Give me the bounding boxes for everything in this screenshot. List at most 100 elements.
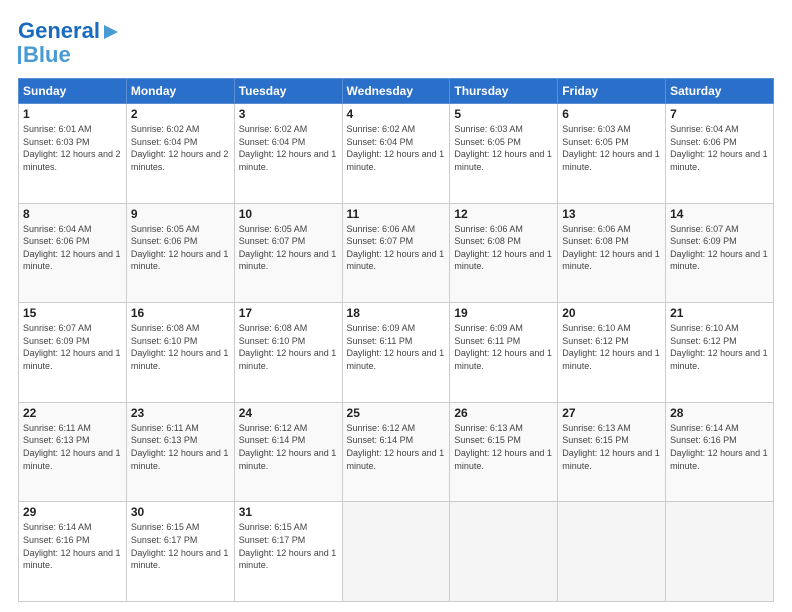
- day-info: Sunrise: 6:10 AM Sunset: 6:12 PM Dayligh…: [670, 322, 769, 372]
- calendar-cell: 15 Sunrise: 6:07 AM Sunset: 6:09 PM Dayl…: [19, 303, 127, 403]
- calendar-cell: 25 Sunrise: 6:12 AM Sunset: 6:14 PM Dayl…: [342, 402, 450, 502]
- day-number: 5: [454, 107, 553, 121]
- day-info: Sunrise: 6:05 AM Sunset: 6:07 PM Dayligh…: [239, 223, 338, 273]
- weekday-header-wednesday: Wednesday: [342, 79, 450, 104]
- calendar-cell: 10 Sunrise: 6:05 AM Sunset: 6:07 PM Dayl…: [234, 203, 342, 303]
- day-number: 23: [131, 406, 230, 420]
- day-number: 1: [23, 107, 122, 121]
- calendar-week-1: 1 Sunrise: 6:01 AM Sunset: 6:03 PM Dayli…: [19, 104, 774, 204]
- day-info: Sunrise: 6:11 AM Sunset: 6:13 PM Dayligh…: [131, 422, 230, 472]
- day-number: 25: [347, 406, 446, 420]
- day-info: Sunrise: 6:07 AM Sunset: 6:09 PM Dayligh…: [670, 223, 769, 273]
- day-info: Sunrise: 6:14 AM Sunset: 6:16 PM Dayligh…: [23, 521, 122, 571]
- day-info: Sunrise: 6:14 AM Sunset: 6:16 PM Dayligh…: [670, 422, 769, 472]
- logo-arrow-icon: [102, 23, 120, 41]
- day-number: 11: [347, 207, 446, 221]
- day-info: Sunrise: 6:15 AM Sunset: 6:17 PM Dayligh…: [239, 521, 338, 571]
- calendar-cell: 6 Sunrise: 6:03 AM Sunset: 6:05 PM Dayli…: [558, 104, 666, 204]
- calendar-cell: [450, 502, 558, 602]
- calendar-cell: 17 Sunrise: 6:08 AM Sunset: 6:10 PM Dayl…: [234, 303, 342, 403]
- logo: General Blue: [18, 18, 120, 68]
- day-info: Sunrise: 6:03 AM Sunset: 6:05 PM Dayligh…: [454, 123, 553, 173]
- day-number: 18: [347, 306, 446, 320]
- day-number: 19: [454, 306, 553, 320]
- day-info: Sunrise: 6:08 AM Sunset: 6:10 PM Dayligh…: [131, 322, 230, 372]
- day-info: Sunrise: 6:12 AM Sunset: 6:14 PM Dayligh…: [347, 422, 446, 472]
- day-number: 2: [131, 107, 230, 121]
- calendar-cell: 14 Sunrise: 6:07 AM Sunset: 6:09 PM Dayl…: [666, 203, 774, 303]
- calendar-week-5: 29 Sunrise: 6:14 AM Sunset: 6:16 PM Dayl…: [19, 502, 774, 602]
- calendar-cell: 11 Sunrise: 6:06 AM Sunset: 6:07 PM Dayl…: [342, 203, 450, 303]
- calendar-cell: 2 Sunrise: 6:02 AM Sunset: 6:04 PM Dayli…: [126, 104, 234, 204]
- logo-bar: [18, 46, 21, 64]
- calendar-cell: 13 Sunrise: 6:06 AM Sunset: 6:08 PM Dayl…: [558, 203, 666, 303]
- day-info: Sunrise: 6:01 AM Sunset: 6:03 PM Dayligh…: [23, 123, 122, 173]
- day-number: 21: [670, 306, 769, 320]
- calendar-cell: 3 Sunrise: 6:02 AM Sunset: 6:04 PM Dayli…: [234, 104, 342, 204]
- calendar-cell: 1 Sunrise: 6:01 AM Sunset: 6:03 PM Dayli…: [19, 104, 127, 204]
- day-number: 8: [23, 207, 122, 221]
- day-info: Sunrise: 6:09 AM Sunset: 6:11 PM Dayligh…: [454, 322, 553, 372]
- calendar-header-row: SundayMondayTuesdayWednesdayThursdayFrid…: [19, 79, 774, 104]
- day-number: 10: [239, 207, 338, 221]
- day-info: Sunrise: 6:02 AM Sunset: 6:04 PM Dayligh…: [347, 123, 446, 173]
- day-number: 17: [239, 306, 338, 320]
- day-info: Sunrise: 6:13 AM Sunset: 6:15 PM Dayligh…: [562, 422, 661, 472]
- day-number: 4: [347, 107, 446, 121]
- day-info: Sunrise: 6:11 AM Sunset: 6:13 PM Dayligh…: [23, 422, 122, 472]
- calendar-cell: 19 Sunrise: 6:09 AM Sunset: 6:11 PM Dayl…: [450, 303, 558, 403]
- calendar-cell: 20 Sunrise: 6:10 AM Sunset: 6:12 PM Dayl…: [558, 303, 666, 403]
- calendar-cell: 7 Sunrise: 6:04 AM Sunset: 6:06 PM Dayli…: [666, 104, 774, 204]
- calendar-cell: 5 Sunrise: 6:03 AM Sunset: 6:05 PM Dayli…: [450, 104, 558, 204]
- day-info: Sunrise: 6:04 AM Sunset: 6:06 PM Dayligh…: [670, 123, 769, 173]
- day-number: 6: [562, 107, 661, 121]
- calendar-cell: 27 Sunrise: 6:13 AM Sunset: 6:15 PM Dayl…: [558, 402, 666, 502]
- calendar-cell: 31 Sunrise: 6:15 AM Sunset: 6:17 PM Dayl…: [234, 502, 342, 602]
- calendar-cell: 24 Sunrise: 6:12 AM Sunset: 6:14 PM Dayl…: [234, 402, 342, 502]
- day-number: 27: [562, 406, 661, 420]
- day-number: 9: [131, 207, 230, 221]
- day-number: 31: [239, 505, 338, 519]
- calendar-cell: 4 Sunrise: 6:02 AM Sunset: 6:04 PM Dayli…: [342, 104, 450, 204]
- calendar-table: SundayMondayTuesdayWednesdayThursdayFrid…: [18, 78, 774, 602]
- day-number: 16: [131, 306, 230, 320]
- page: General Blue SundayMondayTuesdayWednesda…: [0, 0, 792, 612]
- day-info: Sunrise: 6:06 AM Sunset: 6:07 PM Dayligh…: [347, 223, 446, 273]
- day-info: Sunrise: 6:08 AM Sunset: 6:10 PM Dayligh…: [239, 322, 338, 372]
- calendar-cell: 8 Sunrise: 6:04 AM Sunset: 6:06 PM Dayli…: [19, 203, 127, 303]
- calendar-cell: 18 Sunrise: 6:09 AM Sunset: 6:11 PM Dayl…: [342, 303, 450, 403]
- day-info: Sunrise: 6:02 AM Sunset: 6:04 PM Dayligh…: [131, 123, 230, 173]
- calendar-cell: 23 Sunrise: 6:11 AM Sunset: 6:13 PM Dayl…: [126, 402, 234, 502]
- day-info: Sunrise: 6:02 AM Sunset: 6:04 PM Dayligh…: [239, 123, 338, 173]
- calendar-cell: [666, 502, 774, 602]
- day-number: 26: [454, 406, 553, 420]
- weekday-header-thursday: Thursday: [450, 79, 558, 104]
- day-info: Sunrise: 6:03 AM Sunset: 6:05 PM Dayligh…: [562, 123, 661, 173]
- weekday-header-friday: Friday: [558, 79, 666, 104]
- day-number: 15: [23, 306, 122, 320]
- calendar-cell: 26 Sunrise: 6:13 AM Sunset: 6:15 PM Dayl…: [450, 402, 558, 502]
- calendar-cell: 21 Sunrise: 6:10 AM Sunset: 6:12 PM Dayl…: [666, 303, 774, 403]
- day-info: Sunrise: 6:09 AM Sunset: 6:11 PM Dayligh…: [347, 322, 446, 372]
- weekday-header-monday: Monday: [126, 79, 234, 104]
- calendar-cell: 28 Sunrise: 6:14 AM Sunset: 6:16 PM Dayl…: [666, 402, 774, 502]
- calendar-cell: 29 Sunrise: 6:14 AM Sunset: 6:16 PM Dayl…: [19, 502, 127, 602]
- calendar-cell: 16 Sunrise: 6:08 AM Sunset: 6:10 PM Dayl…: [126, 303, 234, 403]
- day-number: 29: [23, 505, 122, 519]
- day-number: 3: [239, 107, 338, 121]
- day-number: 28: [670, 406, 769, 420]
- day-info: Sunrise: 6:10 AM Sunset: 6:12 PM Dayligh…: [562, 322, 661, 372]
- day-info: Sunrise: 6:04 AM Sunset: 6:06 PM Dayligh…: [23, 223, 122, 273]
- day-info: Sunrise: 6:13 AM Sunset: 6:15 PM Dayligh…: [454, 422, 553, 472]
- day-info: Sunrise: 6:15 AM Sunset: 6:17 PM Dayligh…: [131, 521, 230, 571]
- day-number: 30: [131, 505, 230, 519]
- day-info: Sunrise: 6:12 AM Sunset: 6:14 PM Dayligh…: [239, 422, 338, 472]
- day-number: 12: [454, 207, 553, 221]
- calendar-week-3: 15 Sunrise: 6:07 AM Sunset: 6:09 PM Dayl…: [19, 303, 774, 403]
- day-number: 13: [562, 207, 661, 221]
- logo-general: General: [18, 18, 100, 43]
- calendar-cell: [342, 502, 450, 602]
- calendar-cell: 12 Sunrise: 6:06 AM Sunset: 6:08 PM Dayl…: [450, 203, 558, 303]
- weekday-header-tuesday: Tuesday: [234, 79, 342, 104]
- day-number: 22: [23, 406, 122, 420]
